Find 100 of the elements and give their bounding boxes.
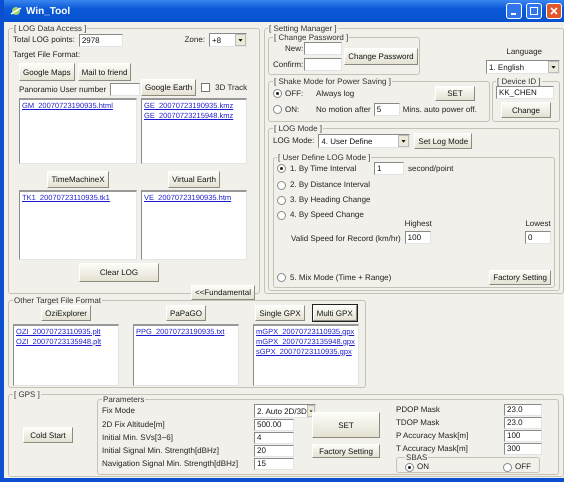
input-field[interactable]: 5 [374,103,400,116]
input-field[interactable]: 4 [254,432,294,444]
input-field[interactable]: 15 [254,458,294,470]
button[interactable]: SET [435,86,475,101]
label: Highest [404,219,432,229]
app-icon [10,5,22,17]
label: second/point [408,164,454,174]
button[interactable]: Mail to friend [78,63,132,81]
input-field[interactable]: 300 [504,443,542,455]
radio-button[interactable] [273,105,282,114]
maximize-button[interactable] [526,3,542,19]
label: LOG Mode: [273,136,314,146]
input-field[interactable]: 23.0 [504,404,542,416]
button[interactable]: Factory Setting [312,444,380,458]
button[interactable]: Cold Start [23,427,73,443]
label: 5. Mix Mode (Time + Range) [290,272,392,282]
button[interactable]: Set Log Mode [414,133,472,149]
label: Lowest [525,219,551,229]
caret-icon [548,61,559,73]
group-title: [ GPS ] [13,390,41,399]
input-field[interactable]: 0 [525,231,551,244]
maximize-icon [530,7,538,15]
input-field[interactable]: 100 [504,430,542,442]
input-field[interactable]: 2978 [78,34,123,46]
button[interactable]: SET [312,412,380,438]
button[interactable]: <<Fundamental [190,285,255,300]
button[interactable]: Multi GPX [312,305,357,321]
button[interactable]: Virtual Earth [168,171,220,188]
caret-icon [235,34,246,46]
radio-button[interactable] [277,273,286,282]
button[interactable]: Change [501,102,551,118]
input-field[interactable] [110,83,140,96]
dropdown[interactable]: 1. English [486,60,560,74]
input-field[interactable]: 23.0 [504,417,542,429]
label: Initial Min. SVs[3~6] [102,433,173,443]
input-field[interactable] [304,42,342,55]
radio-button[interactable] [277,180,286,190]
button[interactable]: Google Maps [19,63,75,81]
label: Target File Format: [13,50,82,60]
label: PDOP Mask [396,405,440,415]
button[interactable]: Factory Setting [489,270,551,285]
checkbox[interactable] [201,83,210,92]
button[interactable]: Clear LOG [79,263,159,282]
label: OFF: [285,88,304,98]
label: Language [506,47,542,57]
input-field[interactable]: KK_CHEN [496,86,554,99]
label: 2. By Distance Interval [290,180,370,190]
dropdown[interactable]: 2. Auto 2D/3D [254,404,316,418]
input-field[interactable]: 1 [374,162,404,175]
radio-button[interactable] [277,196,286,204]
label: Confirm: [273,60,304,70]
dropdown[interactable]: 4. User Define [318,134,410,148]
button[interactable]: Change Password [344,48,418,65]
label: New: [285,44,304,54]
label: TDOP Mask [396,418,440,428]
group-title: [ Change Password ] [273,33,350,42]
group-title: [ Shake Mode for Power Saving ] [273,77,392,86]
input-field[interactable]: 100 [404,231,431,244]
window-title: Win_Tool [26,6,72,16]
group-title: [ Setting Manager ] [268,24,338,33]
input-field[interactable]: 500.00 [254,419,294,431]
button[interactable]: PaPaGO [166,305,206,321]
group-title: SBAS [405,453,428,462]
minimize-button[interactable] [506,3,522,19]
label: 3. By Heading Change [290,195,370,205]
radio-button[interactable] [503,462,512,472]
label: OFF [515,462,531,472]
button[interactable]: Single GPX [255,305,305,321]
radio-button[interactable] [277,164,286,173]
input-field[interactable] [304,58,342,71]
dropdown[interactable]: +8 [209,33,247,47]
button[interactable]: Google Earth [141,79,196,96]
label: Fix Mode [102,406,135,416]
close-icon [550,7,558,15]
radio-button[interactable] [273,89,282,98]
input-field[interactable]: 20 [254,445,294,457]
label: Zone: [184,35,205,45]
button[interactable]: OziExplorer [41,305,91,321]
radio-button[interactable] [405,462,414,472]
label: Initial Signal Min. Strength[dBHz] [102,446,219,456]
label: 3D Track [215,82,248,92]
group-title: Other Target File Format [13,296,102,305]
close-button[interactable] [546,3,562,19]
label: 2D Fix Altitude[m] [102,420,165,430]
label: Total LOG points: [13,35,75,45]
group-title: Parameters [102,395,146,404]
caret-icon [398,135,410,147]
label: No motion after [316,104,371,114]
label: Panoramio User number [19,84,106,94]
group-title: [ LOG Data Access ] [13,24,88,33]
group-title: [ User Define LOG Mode ] [277,153,372,162]
label: Navigation Signal Min. Strength[dBHz] [102,459,238,469]
button[interactable]: TimeMachineX [47,171,109,188]
label: 1. By Time Interval [290,164,356,174]
radio-button[interactable] [277,210,286,220]
label: T Accuracy Mask[m] [396,444,468,454]
group-title: [ Device ID ] [496,77,542,86]
group-title: [ LOG Mode ] [273,124,324,133]
label: ON: [285,104,300,114]
label: Valid Speed for Record (km/hr) [291,234,401,244]
